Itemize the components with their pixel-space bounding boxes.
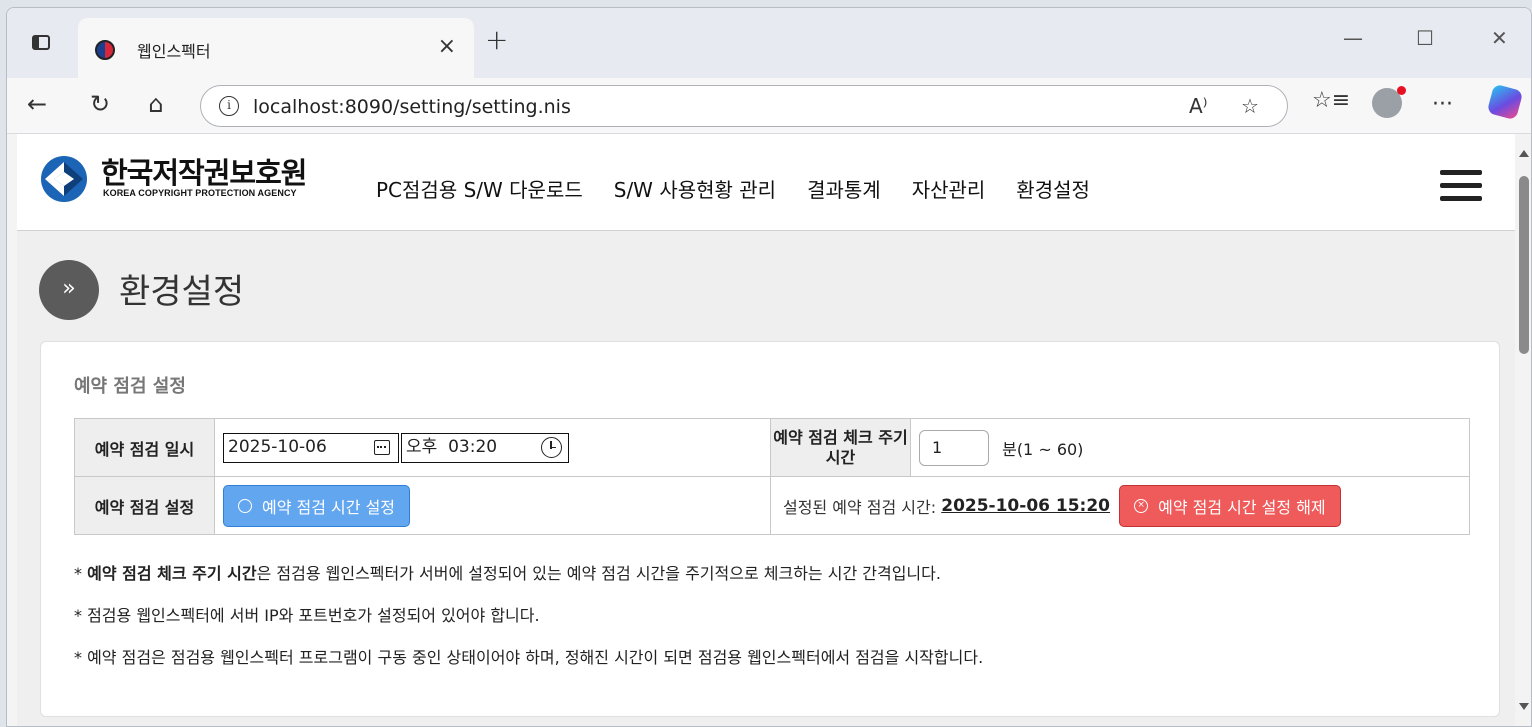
logo-text-english: KOREA COPYRIGHT PROTECTION AGENCY <box>103 188 297 198</box>
nav-item-statistics[interactable]: 결과통계 <box>807 174 881 203</box>
nav-item-usage[interactable]: S/W 사용현황 관리 <box>614 174 776 203</box>
home-button[interactable]: ⌂ <box>140 88 172 120</box>
site-header: 한국저작권보호원 KOREA COPYRIGHT PROTECTION AGEN… <box>17 134 1515 231</box>
main-nav: PC점검용 S/W 다운로드 S/W 사용현황 관리 결과통계 자산관리 환경설… <box>376 174 1121 203</box>
address-toolbar: ← ↻ ⌂ i localhost:8090/setting/setting.n… <box>7 78 1531 134</box>
read-aloud-icon[interactable]: A⁾ <box>1189 94 1208 118</box>
section-title: 예약 점검 설정 <box>74 376 186 397</box>
tab-strip: 웹인스펙터 × + — ☐ ✕ <box>7 8 1531 78</box>
tab-actions-icon[interactable] <box>29 30 53 54</box>
browser-tab[interactable]: 웹인스펙터 × <box>78 18 474 78</box>
interval-cell: 1 분(1 ~ 60) <box>910 418 1470 477</box>
reload-button[interactable]: ↻ <box>84 88 116 120</box>
notes: * 예약 점검 체크 주기 시간은 점검용 웹인스펙터가 서버에 설정되어 있는… <box>74 564 983 690</box>
logo-icon[interactable] <box>39 154 89 204</box>
time-input[interactable]: 오후 03:20 <box>401 432 569 463</box>
cancel-circle-icon: × <box>1134 498 1149 513</box>
browser-window: 웹인스펙터 × + — ☐ ✕ ← ↻ ⌂ i localhost:8090/s… <box>6 7 1532 727</box>
current-schedule-value: 2025-10-06 15:20 <box>941 495 1111 516</box>
nav-item-assets[interactable]: 자산관리 <box>912 174 986 203</box>
set-schedule-button[interactable]: 예약 점검 시간 설정 <box>223 484 411 527</box>
back-button[interactable]: ← <box>21 88 53 120</box>
nav-item-settings[interactable]: 환경설정 <box>1016 174 1090 203</box>
more-menu-icon[interactable]: ··· <box>1432 92 1453 117</box>
hamburger-menu-icon[interactable] <box>1440 170 1482 202</box>
date-input[interactable]: 2025-10-06 <box>223 432 399 463</box>
clear-schedule-label: 예약 점검 시간 설정 해제 <box>1158 497 1326 517</box>
page-viewport: 한국저작권보호원 KOREA COPYRIGHT PROTECTION AGEN… <box>17 134 1515 726</box>
scroll-down-icon[interactable] <box>1519 703 1529 710</box>
address-bar[interactable]: i localhost:8090/setting/setting.nis A⁾ … <box>200 85 1288 127</box>
profile-avatar[interactable] <box>1372 86 1406 118</box>
current-schedule-cell: 설정된 예약 점검 시간: 2025-10-06 15:20 × 예약 점검 시… <box>770 476 1470 535</box>
date-value: 2025-10-06 <box>228 436 327 457</box>
calendar-icon[interactable] <box>374 439 390 455</box>
set-schedule-label: 예약 점검 시간 설정 <box>262 497 396 517</box>
maximize-button[interactable]: ☐ <box>1416 26 1434 50</box>
url-text[interactable]: localhost:8090/setting/setting.nis <box>253 96 571 118</box>
logo-text-korean[interactable]: 한국저작권보호원 <box>101 150 307 192</box>
schedule-datetime-label: 예약 점검 일시 <box>74 418 215 477</box>
page-scrollbar[interactable] <box>1515 134 1531 726</box>
favorites-list-icon[interactable]: ☆≡ <box>1312 88 1350 113</box>
note-3: * 예약 점검은 점검용 웹인스펙터 프로그램이 구동 중인 상태이어야 하며,… <box>74 648 984 667</box>
note-1: * 예약 점검 체크 주기 시간은 점검용 웹인스펙터가 서버에 설정되어 있는… <box>74 564 983 584</box>
schedule-setting-cell: 예약 점검 시간 설정 <box>214 476 771 535</box>
clear-schedule-button[interactable]: × 예약 점검 시간 설정 해제 <box>1119 484 1341 527</box>
tab-close-button[interactable]: × <box>438 36 456 58</box>
schedule-form-table: 예약 점검 일시 2025-10-06 오후 03:20 예약 점검 체크 주기… <box>74 418 1470 535</box>
interval-label: 예약 점검 체크 주기 시간 <box>770 418 911 477</box>
nav-item-download[interactable]: PC점검용 S/W 다운로드 <box>376 174 583 203</box>
favicon-icon <box>95 40 115 60</box>
new-tab-button[interactable]: + <box>485 26 508 54</box>
page-title: 환경설정 <box>119 272 245 312</box>
note-1-prefix: * <box>74 564 88 583</box>
clock-icon <box>238 498 252 513</box>
page-title-icon: » <box>39 260 99 320</box>
schedule-datetime-cell: 2025-10-06 오후 03:20 <box>214 418 771 477</box>
settings-card: 예약 점검 설정 예약 점검 일시 2025-10-06 오후 03:20 예약… <box>40 341 1500 717</box>
close-window-button[interactable]: ✕ <box>1491 26 1508 50</box>
note-1-rest: 은 점검용 웹인스펙터가 서버에 설정되어 있는 예약 점검 시간을 주기적으로… <box>256 564 941 583</box>
note-2: * 점검용 웹인스펙터에 서버 IP와 포트번호가 설정되어 있어야 합니다. <box>74 606 540 625</box>
minimize-button[interactable]: — <box>1343 26 1363 50</box>
scroll-thumb[interactable] <box>1519 176 1529 354</box>
interval-input[interactable]: 1 <box>919 429 989 466</box>
clock-icon[interactable] <box>541 436 562 458</box>
time-value: 오후 03:20 <box>406 436 498 457</box>
favorite-star-icon[interactable]: ☆ <box>1241 94 1259 118</box>
tab-title: 웹인스펙터 <box>137 42 211 61</box>
current-schedule-label: 설정된 예약 점검 시간: <box>783 497 937 517</box>
interval-unit: 분(1 ~ 60) <box>1002 439 1084 459</box>
schedule-setting-label: 예약 점검 설정 <box>74 476 215 535</box>
site-info-icon[interactable]: i <box>219 96 239 116</box>
scroll-up-icon[interactable] <box>1519 150 1529 157</box>
note-1-bold: 예약 점검 체크 주기 시간 <box>87 564 257 583</box>
